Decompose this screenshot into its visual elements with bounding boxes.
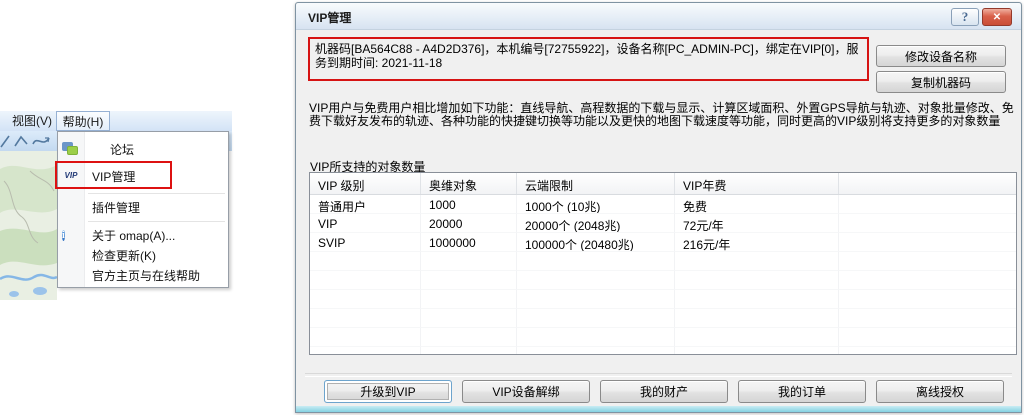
table-empty-row <box>310 252 1016 271</box>
cell-object-count: 20000 <box>421 214 517 233</box>
menu-item-forum[interactable]: 论坛 <box>58 138 228 160</box>
table-empty-row <box>310 290 1016 309</box>
draw-tools-icons[interactable] <box>0 131 57 151</box>
menu-item-label: 论坛 <box>110 141 134 158</box>
menu-item-label: 官方主页与在线帮助 <box>92 267 200 284</box>
table-row[interactable]: VIP 20000 20000个 (2048兆) 72元/年 <box>310 214 1016 233</box>
menu-item-plugin-manage[interactable]: 插件管理 <box>58 196 228 218</box>
table-empty-row <box>310 328 1016 347</box>
unbind-device-button[interactable]: VIP设备解绑 <box>462 380 590 403</box>
menu-separator <box>88 221 225 222</box>
cell-vip-level: VIP <box>310 214 421 233</box>
screen: 视图(V) 帮助(H) 论坛 VIP VIP管理 <box>0 0 1024 415</box>
menu-item-label: 检查更新(K) <box>92 247 156 264</box>
cell-cloud-limit: 20000个 (2048兆) <box>517 214 675 233</box>
copy-machine-code-button[interactable]: 复制机器码 <box>876 71 1006 93</box>
vip-feature-description: VIP用户与免费用户相比增加如下功能：直线导航、高程数据的下载与显示、计算区域面… <box>309 102 1017 127</box>
menu-item-check-update[interactable]: 检查更新(K) <box>58 245 228 265</box>
table-empty-row <box>310 271 1016 290</box>
machine-info-box: 机器码[BA564C88 - A4D2D376]，本机编号[72755922]，… <box>308 37 869 81</box>
cell-annual-fee: 72元/年 <box>675 214 839 233</box>
cell-annual-fee: 216元/年 <box>675 233 839 252</box>
forum-icon <box>62 141 80 157</box>
vip-manage-dialog: VIP管理 ? ✕ 机器码[BA564C88 - A4D2D376]，本机编号[… <box>295 2 1022 413</box>
upgrade-vip-button[interactable]: 升级到VIP <box>324 380 452 403</box>
button-area-separator <box>305 373 1012 377</box>
menu-item-homepage-help[interactable]: 官方主页与在线帮助 <box>58 265 228 285</box>
menu-bar: 视图(V) 帮助(H) <box>0 111 232 131</box>
cell-object-count: 1000 <box>421 195 517 214</box>
dialog-close-button[interactable]: ✕ <box>982 8 1012 26</box>
dialog-bottom-glow <box>296 406 1021 412</box>
my-orders-button[interactable]: 我的订单 <box>738 380 866 403</box>
table-empty-row <box>310 347 1016 355</box>
table-empty-row <box>310 309 1016 328</box>
highlight-box-menu <box>55 161 172 189</box>
menu-item-label: 插件管理 <box>92 199 140 216</box>
table-row[interactable]: 普通用户 1000 1000个 (10兆) 免费 <box>310 195 1016 214</box>
info-icon: i <box>62 227 80 243</box>
cell-cloud-limit: 100000个 (20480兆) <box>517 233 675 252</box>
cell-object-count: 1000000 <box>421 233 517 252</box>
menu-item-about[interactable]: i 关于 omap(A)... <box>58 224 228 246</box>
rename-device-button[interactable]: 修改设备名称 <box>876 45 1006 67</box>
dialog-help-button[interactable]: ? <box>951 8 979 26</box>
table-header-row: VIP 级别 奥维对象 云端限制 VIP年费 <box>310 173 1016 195</box>
machine-info-text: 机器码[BA564C88 - A4D2D376]，本机编号[72755922]，… <box>315 42 859 70</box>
dialog-title: VIP管理 <box>308 9 351 26</box>
menu-help[interactable]: 帮助(H) <box>56 111 110 131</box>
table-row[interactable]: SVIP 1000000 100000个 (20480兆) 216元/年 <box>310 233 1016 252</box>
cell-cloud-limit: 1000个 (10兆) <box>517 195 675 214</box>
my-assets-button[interactable]: 我的财产 <box>600 380 728 403</box>
map-canvas[interactable] <box>0 151 57 300</box>
cell-vip-level: SVIP <box>310 233 421 252</box>
menu-item-label: 关于 omap(A)... <box>92 227 175 244</box>
menu-view[interactable]: 视图(V) <box>12 111 52 131</box>
dialog-titlebar: VIP管理 ? ✕ <box>296 3 1021 30</box>
cell-vip-level: 普通用户 <box>310 195 421 214</box>
table-header-filler <box>839 173 1016 194</box>
help-dropdown-menu: 论坛 VIP VIP管理 插件管理 i 关于 omap(A)... 检查更新(K… <box>57 131 229 288</box>
menu-separator <box>88 193 225 194</box>
vip-tier-table: VIP 级别 奥维对象 云端限制 VIP年费 普通用户 1000 1000个 (… <box>309 172 1017 355</box>
table-header[interactable]: VIP 级别 <box>310 173 421 194</box>
table-header[interactable]: 云端限制 <box>517 173 675 194</box>
offline-license-button[interactable]: 离线授权 <box>876 380 1004 403</box>
table-header[interactable]: VIP年费 <box>675 173 839 194</box>
table-header[interactable]: 奥维对象 <box>421 173 517 194</box>
cell-annual-fee: 免费 <box>675 195 839 214</box>
